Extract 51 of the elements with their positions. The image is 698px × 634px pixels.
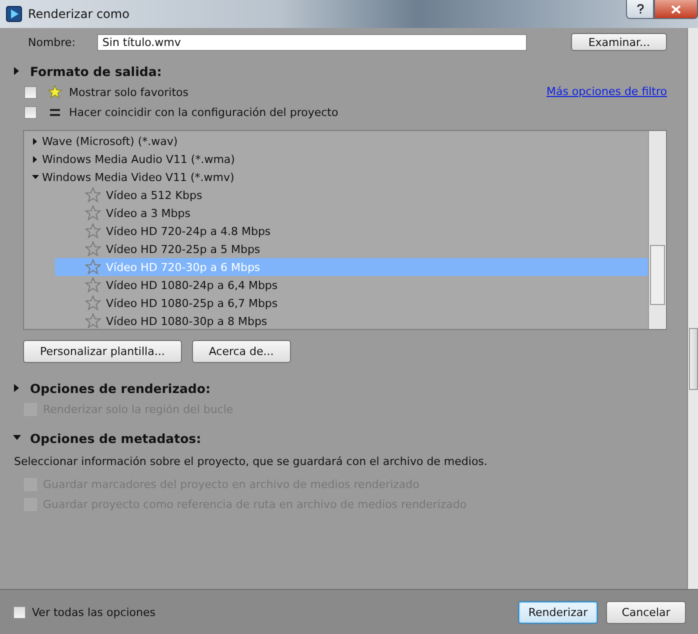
play-logo-icon xyxy=(6,6,22,22)
format-item[interactable]: Windows Media Audio V11 (*.wma) xyxy=(42,152,235,166)
star-outline-icon[interactable] xyxy=(85,277,101,293)
star-outline-icon[interactable] xyxy=(85,295,101,311)
template-item[interactable]: Vídeo HD 720-25p a 5 Mbps xyxy=(55,240,648,258)
question-mark-icon xyxy=(636,4,644,14)
close-button[interactable] xyxy=(654,0,698,19)
checkbox-label: Ver todas las opciones xyxy=(32,606,156,618)
section-title: Opciones de metadatos: xyxy=(30,430,202,446)
window-scrollbar[interactable] xyxy=(687,28,698,589)
collapsed-arrow-icon[interactable] xyxy=(14,384,20,392)
checkbox[interactable] xyxy=(24,86,37,98)
collapsed-arrow-icon[interactable] xyxy=(14,67,20,75)
description-text: Seleccionar información sobre el proyecto, que se guardará con el archivo de medios. xyxy=(14,455,488,468)
template-item[interactable]: Vídeo HD 1080-24p a 6,4 Mbps xyxy=(55,276,648,294)
format-item[interactable]: Windows Media Video V11 (*.wmv) xyxy=(42,170,234,184)
checkbox-label: Hacer coincidir con la configuración del proyecto xyxy=(69,106,338,118)
star-icon xyxy=(48,85,62,99)
collapsed-arrow-icon[interactable] xyxy=(32,156,38,162)
help-button[interactable] xyxy=(626,0,654,19)
template-button[interactable]: Personalizar plantilla... xyxy=(23,340,182,363)
checkbox[interactable] xyxy=(13,606,26,618)
browse-button[interactable]: Examinar... xyxy=(571,33,667,51)
dialog-button[interactable]: Renderizar xyxy=(518,600,598,624)
template-item[interactable]: Vídeo HD 1080-30p a 8 Mbps xyxy=(55,312,648,330)
template-item[interactable]: Vídeo a 512 Kbps xyxy=(55,186,648,204)
close-icon xyxy=(671,4,681,14)
star-outline-icon[interactable] xyxy=(85,187,101,203)
window-title: Renderizar como xyxy=(28,7,130,21)
name-field[interactable]: Sin título.wmv xyxy=(97,34,528,50)
checkbox[interactable] xyxy=(24,106,37,118)
template-item[interactable]: Vídeo a 3 Mbps xyxy=(55,204,648,222)
star-outline-icon[interactable] xyxy=(85,205,101,221)
section-title: Formato de salida: xyxy=(30,64,162,78)
template-item[interactable]: Vídeo HD 720-24p a 4.8 Mbps xyxy=(55,222,648,240)
star-outline-icon[interactable] xyxy=(85,223,101,239)
section-title: Opciones de renderizado: xyxy=(30,380,210,396)
format-item[interactable]: Wave (Microsoft) (*.wav) xyxy=(42,134,178,148)
star-outline-icon[interactable] xyxy=(85,241,101,257)
expanded-arrow-icon[interactable] xyxy=(32,174,38,180)
list-scrollbar[interactable] xyxy=(648,131,666,329)
template-item[interactable]: Vídeo HD 1080-25p a 6,7 Mbps xyxy=(55,294,648,312)
star-outline-icon[interactable] xyxy=(85,259,101,275)
checkbox-label: Mostrar solo favoritos xyxy=(69,86,188,98)
template-button[interactable]: Acerca de... xyxy=(192,340,291,363)
expanded-arrow-icon[interactable] xyxy=(12,435,20,441)
equals-icon xyxy=(50,108,60,116)
collapsed-arrow-icon[interactable] xyxy=(32,138,38,144)
name-label: Nombre: xyxy=(28,36,76,48)
dialog-button[interactable]: Cancelar xyxy=(606,600,686,624)
star-outline-icon[interactable] xyxy=(85,313,101,329)
